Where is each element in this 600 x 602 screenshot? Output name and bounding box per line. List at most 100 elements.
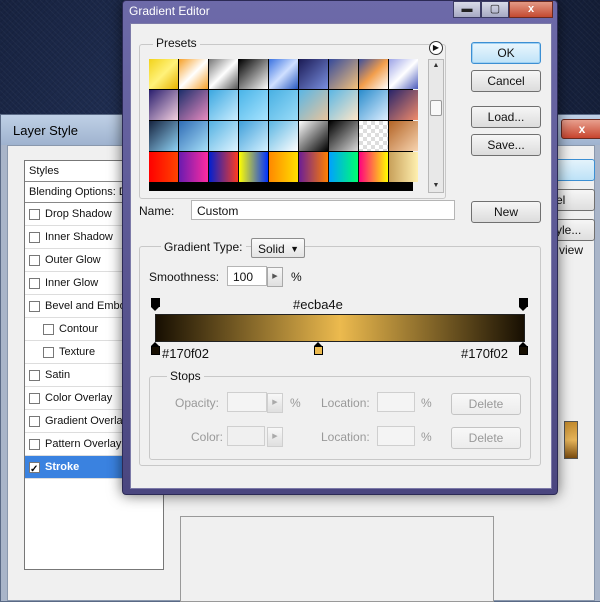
scroll-thumb[interactable] — [430, 100, 442, 116]
preset-swatch[interactable] — [209, 59, 238, 89]
preset-swatch[interactable] — [329, 152, 358, 182]
preset-swatch[interactable] — [209, 90, 238, 120]
presets-label: Presets — [153, 36, 200, 50]
preset-swatch[interactable] — [329, 121, 358, 151]
gradient-editor-window: Gradient Editor ▬ ▢ x Presets ▶ ▲ ▼ OK C… — [122, 0, 558, 495]
opacity-location-field[interactable] — [377, 392, 415, 412]
delete-opacity-stop-button[interactable]: Delete — [451, 393, 521, 415]
smoothness-slider-toggle-icon[interactable]: ▶ — [267, 267, 283, 287]
gradient-editor-body: Presets ▶ ▲ ▼ OK Cancel Load... Save... … — [130, 23, 552, 489]
presets-menu-icon[interactable]: ▶ — [429, 41, 443, 55]
color-location-label: Location: — [321, 430, 370, 444]
style-checkbox[interactable] — [29, 254, 40, 266]
gradient-type-select[interactable]: Solid ▼ — [251, 238, 305, 258]
preset-swatch[interactable] — [269, 121, 298, 151]
chevron-down-icon: ▼ — [290, 244, 299, 254]
opacity-stop-right[interactable] — [519, 298, 528, 311]
layer-style-cancel-button[interactable]: el — [553, 189, 595, 211]
preset-swatch[interactable] — [359, 121, 388, 151]
scroll-up-icon[interactable]: ▲ — [429, 60, 443, 72]
preset-swatch[interactable] — [299, 90, 328, 120]
preset-swatch[interactable] — [389, 152, 418, 182]
preset-swatch[interactable] — [299, 152, 328, 182]
load-button[interactable]: Load... — [471, 106, 541, 128]
style-item-label: Drop Shadow — [45, 208, 112, 220]
color-stop-left[interactable] — [151, 342, 160, 355]
preset-swatch[interactable] — [179, 90, 208, 120]
style-item-label: Texture — [59, 346, 96, 358]
opacity-stop-left[interactable] — [151, 298, 160, 311]
style-checkbox[interactable] — [29, 438, 40, 450]
preset-swatch[interactable] — [239, 90, 268, 120]
preset-swatch[interactable] — [389, 59, 418, 89]
preset-swatch[interactable] — [209, 121, 238, 151]
color-label: Color: — [191, 430, 224, 444]
style-checkbox[interactable] — [29, 300, 40, 312]
preset-swatch[interactable] — [359, 152, 388, 182]
preset-swatch[interactable] — [269, 59, 298, 89]
style-item-label: Inner Shadow — [45, 231, 113, 243]
gradient-editor-title: Gradient Editor — [129, 4, 210, 18]
preset-swatch[interactable] — [209, 152, 238, 182]
presets-scrollbar[interactable]: ▲ ▼ — [428, 59, 444, 193]
stop-color-swatch[interactable] — [227, 426, 265, 446]
style-checkbox[interactable] — [29, 231, 40, 243]
scroll-down-icon[interactable]: ▼ — [429, 180, 443, 192]
preset-swatch[interactable] — [179, 121, 208, 151]
style-checkbox[interactable] — [43, 346, 54, 358]
style-item-label: Bevel and Embos — [45, 300, 132, 312]
cancel-button[interactable]: Cancel — [471, 70, 541, 92]
preset-swatch[interactable] — [179, 152, 208, 182]
preset-swatch[interactable] — [149, 59, 178, 89]
style-checkbox[interactable] — [43, 323, 54, 335]
preset-swatch[interactable] — [329, 59, 358, 89]
color-stop-right[interactable] — [519, 342, 528, 355]
preset-swatch[interactable] — [359, 90, 388, 120]
color-stop-middle[interactable] — [314, 342, 323, 355]
gradient-bar[interactable] — [155, 314, 525, 342]
layer-style-ok-button[interactable] — [553, 159, 595, 181]
name-label: Name: — [139, 204, 175, 218]
opacity-slider-toggle-icon[interactable]: ▶ — [267, 393, 283, 413]
preset-swatch[interactable] — [239, 59, 268, 89]
name-field[interactable]: Custom — [191, 200, 455, 220]
style-checkbox[interactable] — [29, 392, 40, 404]
opacity-percent: % — [290, 396, 301, 410]
preset-swatch[interactable] — [299, 59, 328, 89]
save-button[interactable]: Save... — [471, 134, 541, 156]
stops-label: Stops — [167, 369, 204, 383]
new-button[interactable]: New — [471, 201, 541, 223]
style-checkbox[interactable] — [29, 415, 40, 427]
preset-swatch[interactable] — [359, 59, 388, 89]
maximize-button[interactable]: ▢ — [481, 1, 509, 18]
gradient-right-color-label: #170f02 — [461, 346, 508, 361]
style-checkbox[interactable] — [29, 459, 40, 478]
color-menu-arrow-icon[interactable]: ▶ — [267, 427, 283, 447]
style-checkbox[interactable] — [29, 369, 40, 381]
preset-swatch[interactable] — [239, 121, 268, 151]
minimize-button[interactable]: ▬ — [453, 1, 481, 18]
preset-swatch[interactable] — [149, 152, 178, 182]
style-checkbox[interactable] — [29, 208, 40, 220]
preview-swatch — [564, 421, 578, 459]
preset-swatch[interactable] — [149, 90, 178, 120]
preset-swatch[interactable] — [329, 90, 358, 120]
preset-swatch[interactable] — [179, 59, 208, 89]
layer-style-new-style-button[interactable]: yle... — [553, 219, 595, 241]
style-checkbox[interactable] — [29, 277, 40, 289]
preview-label: view — [559, 243, 584, 257]
opacity-field[interactable] — [227, 392, 267, 412]
delete-color-stop-button[interactable]: Delete — [451, 427, 521, 449]
layer-style-close-button[interactable]: x — [561, 119, 600, 139]
preset-swatch[interactable] — [299, 121, 328, 151]
preset-swatch[interactable] — [149, 121, 178, 151]
preset-swatch[interactable] — [389, 90, 418, 120]
close-button[interactable]: x — [509, 1, 553, 18]
preset-swatch[interactable] — [269, 90, 298, 120]
color-location-field[interactable] — [377, 426, 415, 446]
preset-swatch[interactable] — [239, 152, 268, 182]
preset-swatch[interactable] — [269, 152, 298, 182]
ok-button[interactable]: OK — [471, 42, 541, 64]
preset-swatch[interactable] — [389, 121, 418, 151]
smoothness-field[interactable]: 100 — [227, 266, 267, 286]
